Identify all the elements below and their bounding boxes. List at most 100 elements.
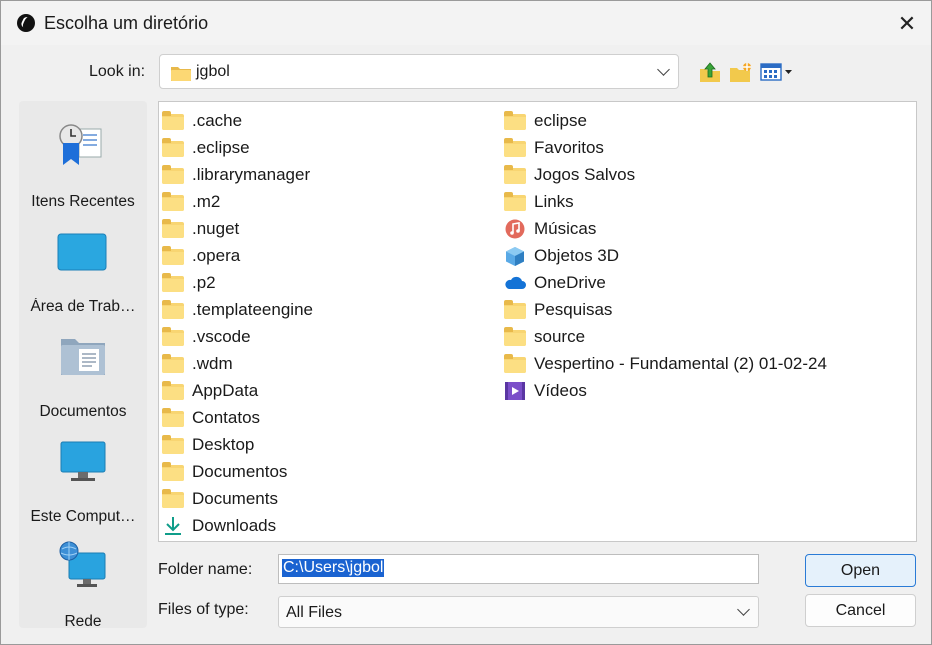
chevron-down-icon	[737, 603, 750, 616]
open-button[interactable]: Open	[805, 554, 916, 587]
file-list-item[interactable]: Vídeos	[504, 377, 827, 404]
file-list-item[interactable]: Objetos 3D	[504, 242, 827, 269]
file-list-item[interactable]: OneDrive	[504, 269, 827, 296]
up-folder-icon[interactable]	[698, 61, 722, 83]
file-list-item[interactable]: .eclipse	[162, 134, 313, 161]
folder-icon	[162, 110, 184, 131]
folder-name-value: C:\Users\jgbol	[282, 559, 385, 577]
folder-icon	[162, 299, 184, 320]
files-of-type-label: Files of type:	[158, 601, 249, 618]
app-icon	[17, 14, 35, 32]
file-name: Objetos 3D	[534, 245, 620, 265]
file-name: .templateengine	[192, 299, 313, 319]
file-list-item[interactable]: .librarymanager	[162, 161, 313, 188]
desktop-icon	[57, 233, 107, 271]
dialog-title: Escolha um diretório	[44, 13, 209, 33]
file-name: .m2	[192, 191, 221, 211]
file-name: OneDrive	[534, 272, 606, 292]
folder-icon	[162, 326, 184, 347]
file-name: .nuget	[192, 218, 240, 238]
file-name: Músicas	[534, 218, 597, 238]
music-icon	[504, 219, 526, 239]
places-sidebar: Itens Recentes Área de Trab… Documentos	[19, 101, 147, 630]
file-list-item[interactable]: Pesquisas	[504, 296, 827, 323]
file-list-item[interactable]: Favoritos	[504, 134, 827, 161]
look-in-dropdown[interactable]: jgbol	[159, 54, 679, 89]
file-name: source	[534, 326, 586, 346]
file-list-item[interactable]: Contatos	[162, 404, 313, 431]
download-icon	[162, 516, 184, 536]
folder-icon	[162, 461, 184, 482]
look-in-label: Look in:	[89, 63, 146, 80]
files-of-type-dropdown[interactable]: All Files	[278, 596, 759, 628]
new-folder-icon[interactable]	[729, 61, 753, 83]
folder-icon	[162, 488, 184, 509]
file-name: AppData	[192, 380, 259, 400]
file-list-item[interactable]: source	[504, 323, 827, 350]
file-list-item[interactable]: .m2	[162, 188, 313, 215]
sidebar-item-label: Documentos	[39, 403, 127, 420]
file-list-item[interactable]: Jogos Salvos	[504, 161, 827, 188]
sidebar-item-label: Rede	[64, 613, 102, 630]
file-list-item[interactable]: Downloads	[162, 512, 313, 539]
videos-icon	[504, 381, 526, 401]
3d-objects-icon	[504, 246, 526, 266]
file-list-item[interactable]: Músicas	[504, 215, 827, 242]
sidebar-item-network[interactable]: Rede	[19, 541, 147, 641]
folder-icon	[504, 110, 526, 131]
file-list-column-1: .cache .eclipse .librarymanager .m2 .nuget .o…	[162, 107, 313, 539]
close-button[interactable]: ✕	[891, 9, 923, 39]
sidebar-item-documents[interactable]: Documentos	[19, 331, 147, 431]
file-name: Documents	[192, 488, 278, 508]
file-list-item[interactable]: .p2	[162, 269, 313, 296]
file-list-item[interactable]: .opera	[162, 242, 313, 269]
file-list-item[interactable]: .wdm	[162, 350, 313, 377]
folder-icon	[162, 434, 184, 455]
folder-icon	[504, 353, 526, 374]
file-name: .wdm	[192, 353, 233, 373]
folder-name-label: Folder name:	[158, 561, 253, 578]
cancel-button[interactable]: Cancel	[805, 594, 916, 627]
sidebar-item-label: Itens Recentes	[31, 193, 135, 210]
file-name: Downloads	[192, 515, 277, 535]
file-list-item[interactable]: Vespertino - Fundamental (2) 01-02-24	[504, 350, 827, 377]
look-in-value: jgbol	[196, 63, 230, 80]
sidebar-item-this-computer[interactable]: Este Comput…	[19, 436, 147, 536]
file-name: Documentos	[192, 461, 288, 481]
file-name: Pesquisas	[534, 299, 613, 319]
file-list-column-2: eclipse Favoritos Jogos Salvos Links Músicas…	[504, 107, 827, 404]
file-chooser-dialog: Escolha um diretório ✕ Look in: jgbol It…	[0, 0, 932, 645]
folder-icon	[504, 164, 526, 185]
file-name: .librarymanager	[192, 164, 311, 184]
file-list-item[interactable]: .templateengine	[162, 296, 313, 323]
file-list-item[interactable]: Desktop	[162, 431, 313, 458]
file-list-item[interactable]: eclipse	[504, 107, 827, 134]
file-list-item[interactable]: Documentos	[162, 458, 313, 485]
view-menu-icon[interactable]	[760, 61, 794, 83]
chevron-down-icon	[657, 63, 670, 76]
file-name: Favoritos	[534, 137, 604, 157]
folder-name-input[interactable]: C:\Users\jgbol	[278, 554, 759, 584]
folder-icon	[162, 164, 184, 185]
file-name: .p2	[192, 272, 216, 292]
file-list-item[interactable]: Documents	[162, 485, 313, 512]
file-name: .vscode	[192, 326, 251, 346]
sidebar-item-desktop[interactable]: Área de Trab…	[19, 226, 147, 326]
folder-icon	[504, 299, 526, 320]
onedrive-icon	[504, 273, 526, 293]
folder-icon	[162, 191, 184, 212]
file-name: Jogos Salvos	[534, 164, 636, 184]
file-list-item[interactable]: .vscode	[162, 323, 313, 350]
folder-icon	[162, 218, 184, 239]
file-list-item[interactable]: AppData	[162, 377, 313, 404]
sidebar-item-label: Este Comput…	[30, 508, 136, 525]
file-list-item[interactable]: .cache	[162, 107, 313, 134]
folder-icon	[504, 191, 526, 212]
file-list[interactable]: .cache .eclipse .librarymanager .m2 .nuget .o…	[158, 101, 917, 542]
sidebar-item-recent[interactable]: Itens Recentes	[19, 121, 147, 221]
file-list-item[interactable]: Links	[504, 188, 827, 215]
file-name: .eclipse	[192, 137, 250, 157]
file-name: eclipse	[534, 110, 587, 130]
file-list-item[interactable]: .nuget	[162, 215, 313, 242]
this-computer-icon	[60, 441, 106, 481]
